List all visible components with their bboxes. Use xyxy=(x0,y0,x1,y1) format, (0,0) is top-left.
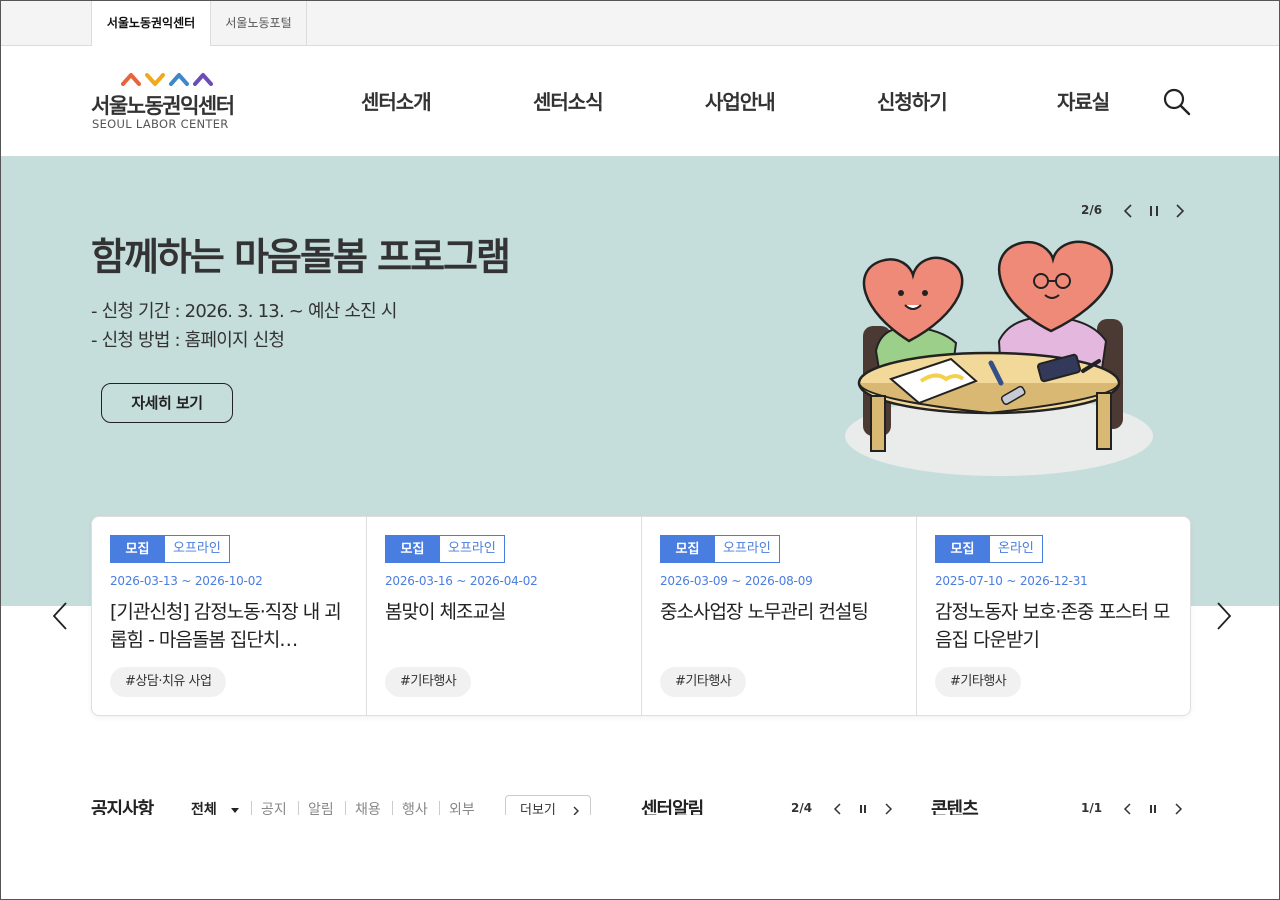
hero-apply-method: - 신청 방법 : 홈페이지 신청 xyxy=(91,330,285,351)
chevron-right-icon xyxy=(885,803,893,815)
divider xyxy=(392,801,393,815)
contents-counter: 1/1 xyxy=(1081,801,1103,815)
chevron-right-icon xyxy=(1175,803,1183,815)
chevron-left-icon xyxy=(1123,204,1132,218)
hero-next-button[interactable] xyxy=(1169,201,1189,221)
notice-tab-external[interactable]: 외부 xyxy=(449,799,475,815)
pause-icon xyxy=(1150,206,1158,216)
chevron-right-icon xyxy=(573,806,580,815)
program-card[interactable]: 모집 온라인 2025-07-10 ~ 2026-12-31 감정노동자 보호·존… xyxy=(917,517,1192,715)
card-tags: 모집 오프라인 xyxy=(660,535,780,563)
pause-icon xyxy=(860,805,866,813)
logo-name-en: SEOUL LABOR CENTER xyxy=(92,117,229,131)
board-section: 공지사항 전체 공지 알림 채용 행사 외부 더보기 센터알림 2/4 콘텐츠 … xyxy=(1,781,1279,815)
gnb-apply[interactable]: 신청하기 xyxy=(877,86,948,115)
program-cards: 모집 오프라인 2026-03-13 ~ 2026-10-02 [기관신청] 감정… xyxy=(91,516,1191,716)
site-header: 서울노동권익센터 SEOUL LABOR CENTER 센터소개 센터소식 사업… xyxy=(1,46,1279,156)
site-logo[interactable]: 서울노동권익센터 SEOUL LABOR CENTER xyxy=(91,72,251,134)
pause-icon xyxy=(1150,805,1156,813)
notice-category-selected: 전체 xyxy=(191,802,217,815)
notice-more-button[interactable]: 더보기 xyxy=(505,795,591,815)
card-period: 2026-03-16 ~ 2026-04-02 xyxy=(385,574,538,588)
center-news-counter: 2/4 xyxy=(791,801,813,815)
cards-prev-button[interactable] xyxy=(48,601,72,631)
view-details-button[interactable]: 자세히 보기 xyxy=(101,383,233,423)
card-hashtag[interactable]: #상담·치유 사업 xyxy=(110,667,227,697)
card-tags: 모집 온라인 xyxy=(935,535,1043,563)
center-news-next-button[interactable] xyxy=(881,801,895,815)
utility-tab-labor-portal[interactable]: 서울노동포털 xyxy=(211,1,307,46)
divider xyxy=(439,801,440,815)
contents-title[interactable]: 콘텐츠 xyxy=(931,795,979,815)
notice-tab-notice[interactable]: 공지 xyxy=(261,799,287,815)
contents-pause-button[interactable] xyxy=(1146,801,1160,815)
center-news-prev-button[interactable] xyxy=(831,801,845,815)
hero-apply-period: - 신청 기간 : 2026. 3. 13. ~ 예산 소진 시 xyxy=(91,301,397,322)
hero-illustration xyxy=(845,240,1153,476)
notice-tab-event[interactable]: 행사 xyxy=(402,799,428,815)
program-card[interactable]: 모집 오프라인 2026-03-16 ~ 2026-04-02 봄맞이 체조교실 … xyxy=(367,517,642,715)
contents-prev-button[interactable] xyxy=(1121,801,1135,815)
card-period: 2026-03-13 ~ 2026-10-02 xyxy=(110,574,263,588)
card-hashtag[interactable]: #기타행사 xyxy=(385,667,472,697)
cards-next-button[interactable] xyxy=(1212,601,1236,631)
card-title[interactable]: [기관신청] 감정노동·직장 내 괴롭힘 - 마음돌봄 집단치… xyxy=(110,598,355,654)
utility-bar: 서울노동권익센터 서울노동포털 xyxy=(1,1,1279,47)
card-period: 2026-03-09 ~ 2026-08-09 xyxy=(660,574,813,588)
logo-name-ko: 서울노동권익센터 xyxy=(91,94,235,118)
chevron-right-icon xyxy=(1217,602,1232,630)
card-title[interactable]: 감정노동자 보호·존중 포스터 모음집 다운받기 xyxy=(935,598,1180,654)
card-tags: 모집 오프라인 xyxy=(110,535,230,563)
hero-slide-counter: 2/6 xyxy=(1081,203,1103,217)
utility-tab-labor-center[interactable]: 서울노동권익센터 xyxy=(91,1,211,47)
notice-category-select[interactable]: 전체 xyxy=(191,799,240,815)
card-period: 2025-07-10 ~ 2026-12-31 xyxy=(935,574,1088,588)
chevron-left-icon xyxy=(833,803,841,815)
gnb-center-intro[interactable]: 센터소개 xyxy=(361,86,432,115)
contents-next-button[interactable] xyxy=(1171,801,1185,815)
more-label: 더보기 xyxy=(520,803,556,815)
center-news-pause-button[interactable] xyxy=(856,801,870,815)
program-card[interactable]: 모집 오프라인 2026-03-13 ~ 2026-10-02 [기관신청] 감정… xyxy=(92,517,367,715)
chevron-right-icon xyxy=(1176,204,1185,218)
chevron-left-icon xyxy=(52,602,67,630)
divider xyxy=(298,801,299,815)
mode-badge: 오프라인 xyxy=(165,535,230,563)
program-card[interactable]: 모집 오프라인 2026-03-09 ~ 2026-08-09 중소사업장 노무관… xyxy=(642,517,917,715)
hero-prev-button[interactable] xyxy=(1119,201,1139,221)
hero-title: 함께하는 마음돌봄 프로그램 xyxy=(91,235,511,279)
divider xyxy=(345,801,346,815)
mode-badge: 온라인 xyxy=(990,535,1043,563)
card-hashtag[interactable]: #기타행사 xyxy=(660,667,747,697)
notice-tab-alert[interactable]: 알림 xyxy=(308,799,334,815)
chevron-left-icon xyxy=(1123,803,1131,815)
card-tags: 모집 오프라인 xyxy=(385,535,505,563)
hero-pause-button[interactable] xyxy=(1144,201,1164,221)
card-title[interactable]: 중소사업장 노무관리 컨설팅 xyxy=(660,598,905,626)
center-news-title[interactable]: 센터알림 xyxy=(641,795,704,815)
search-icon xyxy=(1163,88,1191,116)
status-badge: 모집 xyxy=(660,535,715,563)
logo-mark-icon xyxy=(121,73,213,86)
status-badge: 모집 xyxy=(935,535,990,563)
status-badge: 모집 xyxy=(385,535,440,563)
gnb-library[interactable]: 자료실 xyxy=(1057,86,1110,115)
search-button[interactable] xyxy=(1161,86,1193,118)
gnb-center-news[interactable]: 센터소식 xyxy=(533,86,604,115)
divider xyxy=(251,801,252,815)
mode-badge: 오프라인 xyxy=(715,535,780,563)
notice-title[interactable]: 공지사항 xyxy=(91,795,154,815)
notice-tab-recruit[interactable]: 채용 xyxy=(355,799,381,815)
mode-badge: 오프라인 xyxy=(440,535,505,563)
gnb-business-guide[interactable]: 사업안내 xyxy=(705,86,776,115)
caret-down-icon xyxy=(230,808,239,813)
card-hashtag[interactable]: #기타행사 xyxy=(935,667,1022,697)
status-badge: 모집 xyxy=(110,535,165,563)
card-title[interactable]: 봄맞이 체조교실 xyxy=(385,598,630,626)
